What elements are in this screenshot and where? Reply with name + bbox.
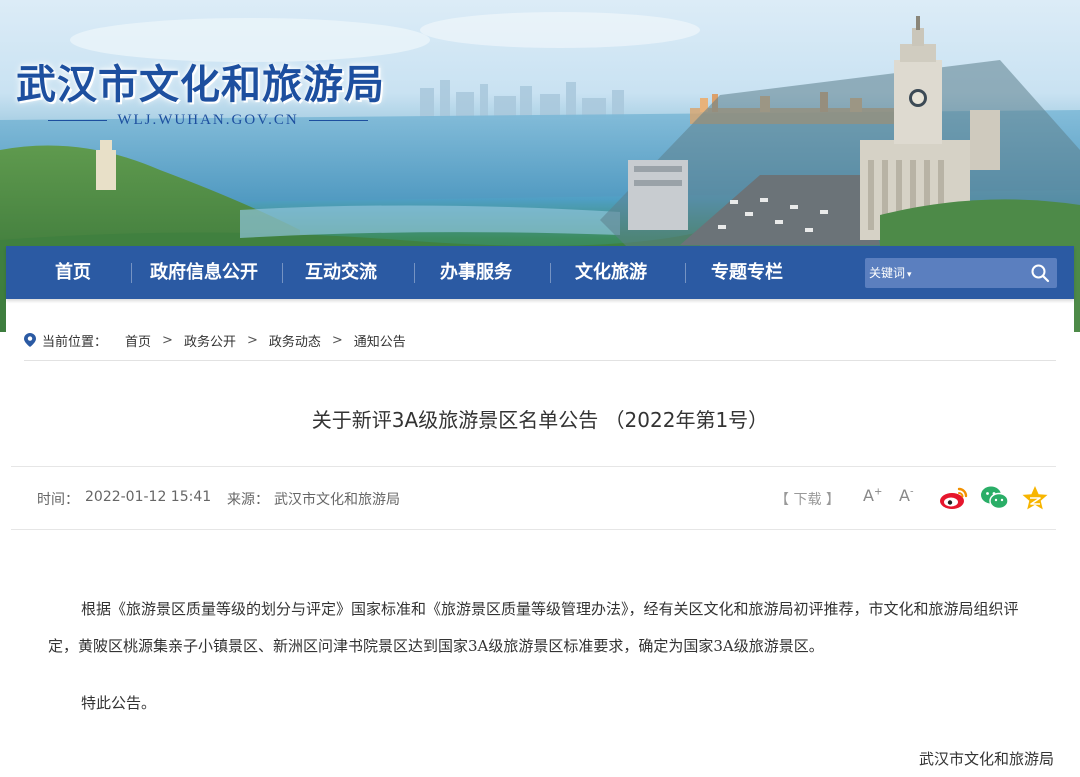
domain-divider-right — [308, 120, 369, 121]
search-type-dropdown[interactable]: 关键词 ▾ — [869, 258, 912, 288]
article-signature: 武汉市文化和旅游局 — [918, 750, 1054, 768]
font-decrease-label: A — [899, 486, 910, 505]
font-decrease-button[interactable]: A- — [899, 486, 914, 505]
divider — [24, 360, 1056, 361]
nav-separator — [550, 263, 551, 283]
search-icon[interactable] — [1029, 262, 1051, 284]
publish-time-label: 时间： — [37, 492, 79, 508]
nav-separator — [685, 263, 686, 283]
nav-item-interaction[interactable]: 互动交流 — [305, 246, 377, 299]
download-link[interactable]: 【 下载 】 — [775, 489, 840, 509]
nav-item-special-topics[interactable]: 专题专栏 — [711, 246, 783, 299]
article-paragraph: 特此公告。 — [81, 694, 157, 712]
breadcrumb-home[interactable]: 首页 — [125, 331, 151, 350]
nav-separator — [282, 263, 283, 283]
font-increase-button[interactable]: A+ — [863, 486, 882, 505]
domain-divider-left — [48, 120, 108, 121]
breadcrumb: 当前位置： 首页 > 政务公开 > 政务动态 > 通知公告 — [24, 329, 406, 351]
source-value: 武汉市文化和旅游局 — [274, 492, 400, 508]
article-meta-bar: 时间： 2022-01-12 15:41 来源： 武汉市文化和旅游局 【 下载 … — [11, 466, 1056, 530]
search-input[interactable] — [921, 262, 1029, 286]
nav-item-home[interactable]: 首页 — [55, 246, 91, 299]
breadcrumb-gov-news[interactable]: 政务动态 — [269, 331, 321, 350]
breadcrumb-separator: > — [246, 332, 258, 348]
breadcrumb-separator: > — [162, 332, 173, 348]
nav-item-services[interactable]: 办事服务 — [440, 246, 512, 299]
weibo-icon[interactable] — [939, 485, 968, 511]
site-title[interactable]: 武汉市文化和旅游局 — [16, 52, 385, 110]
nav-separator — [414, 263, 415, 283]
source-label: 来源： — [227, 492, 269, 508]
breadcrumb-gov-affairs[interactable]: 政务公开 — [184, 331, 236, 350]
font-increase-label: A — [863, 486, 874, 505]
search-type-label: 关键词 — [869, 266, 906, 280]
nav-separator — [131, 263, 132, 283]
location-pin-icon — [24, 333, 36, 347]
search-box: 关键词 ▾ — [865, 258, 1057, 288]
breadcrumb-label: 当前位置： — [42, 334, 108, 350]
article-title: 关于新评3A级旅游景区名单公告 （2022年第1号） — [311, 408, 769, 432]
breadcrumb-separator: > — [331, 332, 343, 348]
article-paragraph: 根据《旅游景区质量等级的划分与评定》国家标准和《旅游景区质量等级管理办法》，经有… — [48, 600, 1019, 655]
nav-item-culture-tourism[interactable]: 文化旅游 — [575, 246, 647, 299]
chevron-down-icon: ▾ — [907, 270, 912, 280]
wechat-icon[interactable] — [980, 485, 1009, 511]
main-nav: 首页 政府信息公开 互动交流 办事服务 文化旅游 专题专栏 关键词 ▾ — [6, 246, 1074, 299]
nav-item-gov-info[interactable]: 政府信息公开 — [150, 246, 258, 299]
breadcrumb-notices[interactable]: 通知公告 — [354, 331, 406, 350]
qzone-icon[interactable] — [1021, 485, 1049, 511]
site-domain: WLJ.WUHAN.GOV.CN — [48, 112, 369, 129]
publish-time: 2022-01-12 15:41 — [85, 489, 212, 505]
site-domain-text: WLJ.WUHAN.GOV.CN — [117, 112, 299, 128]
